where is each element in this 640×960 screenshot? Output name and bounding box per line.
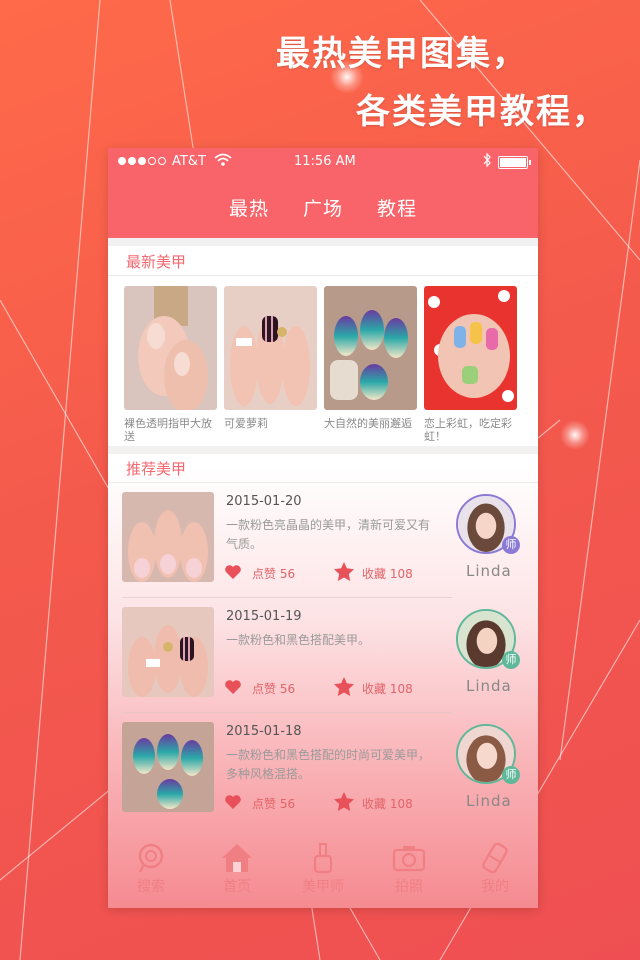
post-date: 2015-01-20 [226, 494, 302, 509]
latest-section-title: 最新美甲 [126, 253, 187, 271]
bottom-tab-bar: 搜索 首页 美甲师 拍照 我的 [108, 838, 538, 908]
tab-square[interactable]: 广场 [303, 194, 343, 221]
phone-screen: AT&T 11:56 AM 最热 广场 教程 最新美甲 裸色透明指甲大放送 可爱… [108, 148, 538, 908]
heart-icon[interactable] [224, 679, 242, 695]
sparkle [560, 420, 590, 450]
post-date: 2015-01-18 [226, 724, 302, 739]
list-item[interactable]: 2015-01-20 一款粉色亮晶晶的美甲，清新可爱又有气质。 点赞 56 收藏… [108, 492, 538, 607]
master-badge: 师 [502, 651, 520, 669]
favorite-count[interactable]: 收藏 108 [362, 680, 413, 697]
slogan-line-1: 最热美甲图集， [276, 34, 528, 74]
slogan-line-2: 各类美甲教程， [356, 92, 608, 132]
latest-caption: 可爱萝莉 [224, 417, 268, 430]
nail-photo [424, 286, 517, 410]
battery-icon [498, 156, 531, 169]
nav-label: 搜索 [137, 879, 165, 895]
like-count[interactable]: 点赞 56 [252, 680, 295, 697]
nav-label: 拍照 [395, 879, 423, 895]
star-icon[interactable] [334, 562, 354, 581]
nail-photo [122, 607, 214, 697]
post-description: 一款粉色和黑色搭配美甲。 [226, 633, 371, 647]
divider [108, 482, 538, 483]
nail-photo [224, 286, 317, 410]
username[interactable]: Linda [466, 792, 512, 810]
star-icon[interactable] [334, 677, 354, 696]
latest-card[interactable]: 裸色透明指甲大放送 [124, 286, 217, 445]
nail-photo [324, 286, 417, 410]
username[interactable]: Linda [466, 562, 512, 580]
nail-polish-icon [313, 843, 333, 874]
nail-photo [122, 492, 214, 582]
list-item[interactable]: 2015-01-18 一款粉色和黑色搭配的时尚可爱美甲，多种风格混搭。 点赞 5… [108, 722, 538, 837]
nav-search[interactable]: 搜索 [111, 842, 191, 896]
like-count[interactable]: 点赞 56 [252, 565, 295, 582]
latest-card[interactable]: 大自然的美丽邂逅 [324, 286, 417, 445]
nav-home[interactable]: 首页 [197, 842, 277, 896]
latest-card[interactable]: 可爱萝莉 [224, 286, 317, 445]
nav-label: 美甲师 [302, 879, 344, 895]
carrier-label: AT&T [172, 154, 206, 169]
wifi-icon [214, 153, 232, 166]
latest-gallery: 裸色透明指甲大放送 可爱萝莉 大自然的美丽邂逅 恋上彩虹，吃定彩虹！ [124, 286, 517, 445]
home-icon [222, 844, 252, 872]
tab-tutorial[interactable]: 教程 [377, 194, 417, 221]
signal-icon [118, 157, 166, 165]
recommended-section-title: 推荐美甲 [126, 460, 187, 478]
username[interactable]: Linda [466, 677, 512, 695]
top-tab-bar: 最热 广场 教程 [108, 176, 538, 238]
divider [122, 597, 452, 598]
star-icon[interactable] [334, 792, 354, 811]
nav-manicurist[interactable]: 美甲师 [283, 842, 363, 896]
nav-label: 首页 [223, 879, 251, 895]
master-badge: 师 [502, 536, 520, 554]
latest-caption: 恋上彩虹，吃定彩虹！ [424, 417, 512, 443]
post-date: 2015-01-19 [226, 609, 302, 624]
post-description: 一款粉色和黑色搭配的时尚可爱美甲，多种风格混搭。 [226, 748, 431, 781]
latest-card[interactable]: 恋上彩虹，吃定彩虹！ [424, 286, 517, 445]
divider [108, 275, 538, 276]
divider [122, 712, 452, 713]
status-bar: AT&T 11:56 AM [108, 148, 538, 176]
heart-icon[interactable] [224, 794, 242, 810]
latest-caption: 大自然的美丽邂逅 [324, 417, 412, 430]
divider [108, 238, 538, 246]
nav-camera[interactable]: 拍照 [369, 842, 449, 896]
nav-profile[interactable]: 我的 [455, 842, 535, 896]
latest-caption: 裸色透明指甲大放送 [124, 417, 212, 443]
tab-hottest[interactable]: 最热 [229, 194, 269, 221]
nail-photo [124, 286, 217, 412]
heart-icon[interactable] [224, 564, 242, 580]
list-item[interactable]: 2015-01-19 一款粉色和黑色搭配美甲。 点赞 56 收藏 108 师 L… [108, 607, 538, 722]
camera-icon [392, 846, 426, 872]
clock: 11:56 AM [294, 154, 356, 169]
divider [108, 446, 538, 454]
bluetooth-icon [483, 152, 491, 168]
master-badge: 师 [502, 766, 520, 784]
nav-label: 我的 [481, 879, 509, 895]
profile-icon [482, 842, 508, 874]
favorite-count[interactable]: 收藏 108 [362, 795, 413, 812]
favorite-count[interactable]: 收藏 108 [362, 565, 413, 582]
nail-photo [122, 722, 214, 812]
post-description: 一款粉色亮晶晶的美甲，清新可爱又有气质。 [226, 518, 431, 551]
search-icon [138, 843, 164, 873]
like-count[interactable]: 点赞 56 [252, 795, 295, 812]
